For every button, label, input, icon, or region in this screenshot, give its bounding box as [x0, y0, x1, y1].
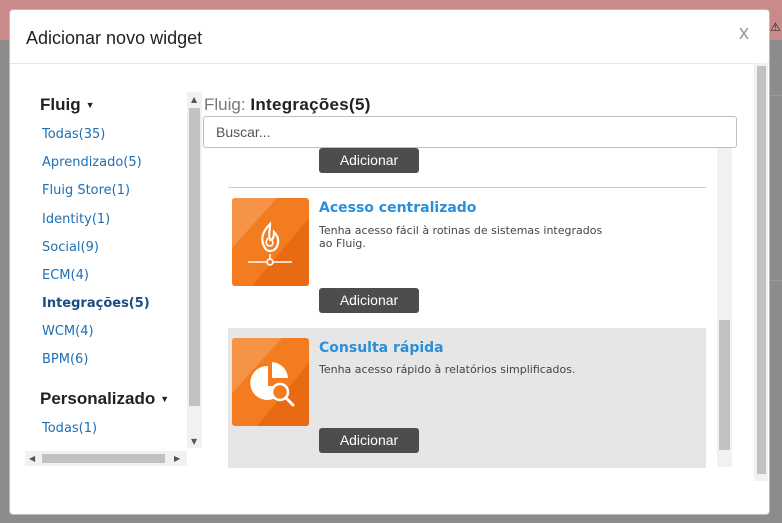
category-item-bpm[interactable]: BPM(6) [42, 352, 88, 367]
category-item-personalizado-todas[interactable]: Todas(1) [42, 421, 97, 436]
category-group-title: Personalizado [40, 389, 156, 408]
modal-scrollbar-thumb[interactable] [757, 66, 766, 474]
breadcrumb: Fluig: Integrações(5) [204, 95, 371, 115]
category-item-integracoes[interactable]: Integrações(5) [42, 296, 150, 311]
search-input[interactable]: Buscar... [203, 116, 737, 148]
scroll-left-arrow-icon[interactable]: ◀ [29, 454, 35, 463]
modal-header: Adicionar novo widget x [10, 10, 769, 64]
widget-name[interactable]: Acesso centralizado [319, 200, 476, 216]
category-group-fluig[interactable]: Fluig ▼ [40, 95, 95, 115]
category-item-wcm[interactable]: WCM(4) [42, 324, 94, 339]
breadcrumb-prefix: Fluig: [204, 95, 246, 114]
warning-icon: ⚠ [770, 20, 781, 34]
category-item-fluig-store[interactable]: Fluig Store(1) [42, 183, 130, 198]
category-item-ecm[interactable]: ECM(4) [42, 268, 89, 283]
sidebar-horizontal-scrollbar-thumb[interactable] [42, 454, 165, 463]
flame-network-icon [232, 198, 309, 286]
category-item-todas[interactable]: Todas(35) [42, 127, 105, 142]
scroll-up-arrow-icon[interactable]: ▲ [191, 95, 197, 104]
widget-description: Tenha acesso fácil à rotinas de sistemas… [319, 224, 603, 250]
caret-down-icon: ▼ [160, 394, 170, 404]
caret-down-icon: ▼ [85, 100, 95, 110]
category-item-identity[interactable]: Identity(1) [42, 212, 110, 227]
pie-chart-search-icon [232, 338, 309, 426]
add-widget-button[interactable]: Adicionar [319, 288, 419, 313]
add-widget-button[interactable]: Adicionar [319, 148, 419, 173]
add-widget-button[interactable]: Adicionar [319, 428, 419, 453]
scroll-down-arrow-icon[interactable]: ▼ [191, 437, 197, 446]
category-item-aprendizado[interactable]: Aprendizado(5) [42, 155, 142, 170]
widget-description: Tenha acesso rápido à relatórios simplif… [319, 363, 576, 376]
widget-divider [228, 187, 706, 188]
breadcrumb-current: Integrações(5) [250, 95, 371, 114]
category-group-title: Fluig [40, 95, 81, 114]
close-button[interactable]: x [739, 23, 749, 43]
category-group-personalizado[interactable]: Personalizado ▼ [40, 389, 169, 409]
scroll-right-arrow-icon[interactable]: ▶ [174, 454, 180, 463]
sidebar-vertical-scrollbar-thumb[interactable] [189, 108, 200, 406]
widget-name[interactable]: Consulta rápida [319, 340, 444, 356]
widget-list-scrollbar-thumb[interactable] [719, 320, 730, 450]
category-item-social[interactable]: Social(9) [42, 240, 99, 255]
modal-title: Adicionar novo widget [26, 28, 203, 48]
